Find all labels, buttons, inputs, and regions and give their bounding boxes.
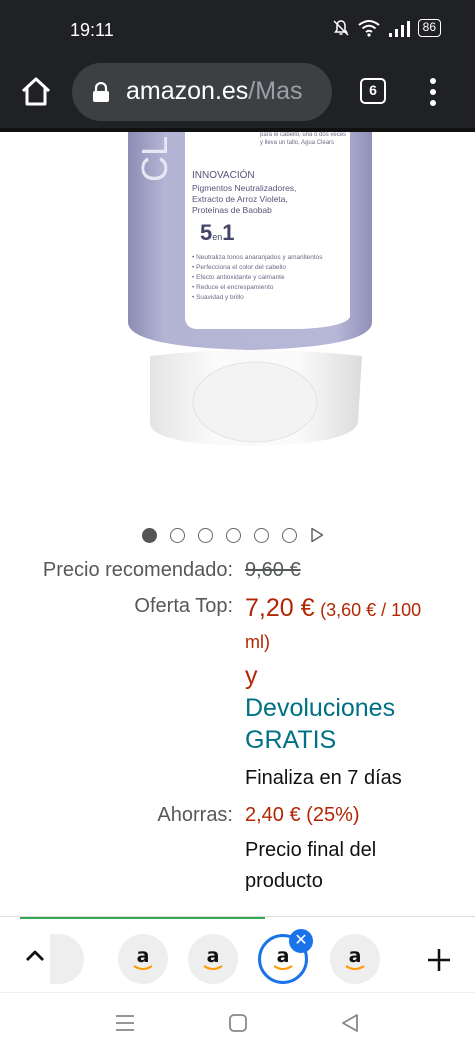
- mute-bell-icon: [333, 20, 349, 36]
- carousel-dot[interactable]: [254, 527, 269, 543]
- label-benefit-1: • Neutraliza tonos anaranjados y amarill…: [192, 254, 323, 261]
- label-en-word: en: [212, 232, 223, 242]
- browser-toolbar: amazon.es/Mas 6: [0, 60, 475, 128]
- amazon-a-icon: a: [276, 945, 290, 967]
- carousel-dot[interactable]: [198, 527, 213, 543]
- amazon-smile-icon: [133, 965, 153, 970]
- home-nav-icon[interactable]: [228, 1013, 248, 1033]
- carousel-dot-active[interactable]: [142, 527, 157, 543]
- home-icon[interactable]: [18, 74, 54, 110]
- label-section-title: INNOVACIÓN: [192, 170, 255, 181]
- tab-thumbnail-amazon[interactable]: a: [118, 934, 168, 984]
- more-options-icon[interactable]: [423, 75, 443, 109]
- carousel-dot[interactable]: [282, 527, 297, 543]
- amazon-a-icon: a: [136, 945, 150, 967]
- conjunction-y: y: [245, 662, 258, 690]
- label-ingredient-3: Proteínas de Baobab: [192, 205, 272, 215]
- url-path: /Mas: [248, 77, 303, 105]
- url-text: amazon.es/Mas: [126, 77, 302, 106]
- amazon-smile-icon: [345, 965, 365, 970]
- tab-thumbnail-partial[interactable]: [50, 934, 84, 984]
- product-image[interactable]: CL para el cabello, una o dos veces y ll…: [0, 132, 475, 502]
- deal-ends-text: Finaliza en 7 días: [245, 767, 402, 789]
- wifi-icon: [358, 20, 380, 37]
- recommended-price-value: 9,60 €: [245, 559, 301, 581]
- status-time: 19:11: [70, 20, 114, 40]
- tab-thumbnail-amazon-selected[interactable]: a ✕: [258, 929, 313, 984]
- image-carousel-dots: [142, 527, 324, 543]
- label-five-digit: 5: [200, 220, 213, 245]
- offer-label: Oferta Top:: [134, 595, 233, 617]
- amazon-a-icon: a: [348, 945, 362, 967]
- carousel-dot[interactable]: [226, 527, 241, 543]
- offer-price-block: 7,20 € (3,60 € / 100: [245, 592, 465, 626]
- battery-icon: 86: [417, 19, 441, 37]
- label-benefit-5: • Suavidad y brillo: [192, 294, 244, 301]
- final-price-note-line1: Precio final del: [245, 839, 377, 861]
- back-icon[interactable]: [340, 1013, 360, 1033]
- label-fine-print-1: para el cabello, una o dos veces: [260, 132, 347, 138]
- label-ingredient-2: Extracto de Arroz Violeta,: [192, 194, 288, 204]
- address-bar[interactable]: amazon.es/Mas: [72, 63, 332, 121]
- close-tab-icon[interactable]: ✕: [289, 929, 313, 953]
- label-benefit-2: • Perfecciona el color del cabello: [192, 264, 287, 271]
- unit-price: (3,60 € / 100: [320, 600, 422, 620]
- recommended-price-label: Precio recomendado:: [42, 559, 233, 581]
- system-navigation-bar: [0, 992, 475, 1056]
- savings-value: 2,40 € (25%): [245, 804, 360, 826]
- tab-thumbnail-amazon[interactable]: a: [188, 934, 238, 984]
- amazon-smile-icon: [273, 965, 293, 970]
- free-returns-link-line1[interactable]: Devoluciones: [245, 692, 395, 724]
- amazon-smile-icon: [203, 965, 223, 970]
- lock-icon: [93, 82, 109, 102]
- amazon-a-icon: a: [206, 945, 220, 967]
- recent-apps-icon[interactable]: [114, 1013, 136, 1033]
- status-bar: 19:11 86: [0, 0, 475, 60]
- brand-partial: CL: [134, 135, 175, 182]
- status-icons: 86: [332, 19, 441, 37]
- label-benefit-4: • Reduce el encrespamiento: [192, 284, 274, 291]
- unit-price-cont: ml): [245, 632, 270, 652]
- tab-thumbnail-amazon[interactable]: a: [330, 934, 380, 984]
- free-returns-link-line2[interactable]: GRATIS: [245, 724, 336, 756]
- label-benefit-3: • Efecto antioxidante y calmante: [192, 274, 285, 281]
- savings-label: Ahorras:: [157, 804, 233, 826]
- carousel-dot[interactable]: [170, 527, 185, 543]
- url-domain: amazon.es: [126, 77, 249, 105]
- label-ingredient-1: Pigmentos Neutralizadores,: [192, 183, 297, 193]
- label-one-digit: 1: [222, 220, 235, 245]
- chevron-up-icon[interactable]: [24, 947, 46, 963]
- play-video-icon[interactable]: [310, 527, 324, 543]
- tab-strip: a a a ✕ a: [0, 916, 475, 992]
- label-five-in-one: 5en1: [200, 220, 235, 246]
- new-tab-icon[interactable]: [426, 947, 452, 973]
- offer-price: 7,20 €: [245, 594, 315, 622]
- final-price-note-line2: producto: [245, 870, 323, 892]
- tab-switcher-button[interactable]: 6: [360, 78, 386, 104]
- signal-icon: [388, 21, 410, 37]
- label-fine-print-2: y lleva un tallo, Agua Clears: [260, 140, 335, 146]
- page-load-progress: [20, 917, 265, 919]
